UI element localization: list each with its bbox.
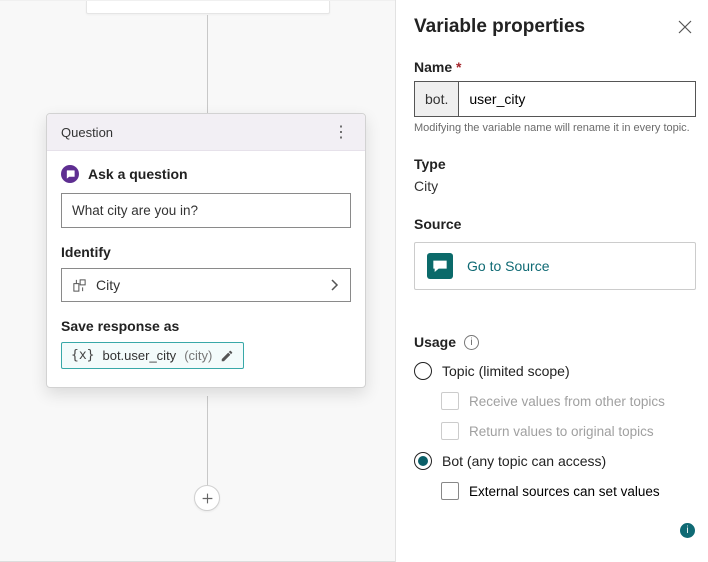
- type-label: Type: [414, 156, 696, 172]
- return-values-checkbox: Return values to original topics: [441, 422, 696, 440]
- card-title: Question: [61, 125, 113, 140]
- chat-bubble-icon: [61, 165, 79, 183]
- card-body: Ask a question Identify City Save respon…: [47, 151, 365, 387]
- pencil-icon: [220, 349, 234, 363]
- usage-option-topic[interactable]: Topic (limited scope): [414, 362, 696, 380]
- info-solid-icon[interactable]: i: [680, 523, 695, 538]
- entity-icon: [72, 278, 87, 293]
- usage-label: Usage: [414, 334, 456, 350]
- receive-values-label: Receive values from other topics: [469, 394, 665, 409]
- radio-unchecked-icon: [414, 362, 432, 380]
- checkbox-icon: [441, 422, 459, 440]
- name-input-group: bot.: [414, 81, 696, 117]
- ask-question-row: Ask a question: [61, 165, 351, 183]
- authoring-canvas: Question ⋮ Ask a question Identify City …: [0, 0, 395, 562]
- external-sources-checkbox[interactable]: External sources can set values: [441, 482, 696, 500]
- name-prefix: bot.: [415, 82, 459, 116]
- return-values-label: Return values to original topics: [469, 424, 654, 439]
- name-field-label: Name *: [414, 59, 696, 75]
- question-text-input[interactable]: [61, 193, 351, 228]
- connector-line: [207, 396, 208, 496]
- identify-entity-picker[interactable]: City: [61, 268, 351, 302]
- connector-line: [207, 15, 208, 115]
- variable-icon: {x}: [71, 348, 94, 363]
- go-to-source-label: Go to Source: [467, 258, 550, 274]
- previous-node-stub: [86, 1, 330, 14]
- save-response-label: Save response as: [61, 318, 351, 334]
- add-node-button[interactable]: [194, 485, 220, 511]
- external-sources-label: External sources can set values: [469, 484, 660, 499]
- question-node-card[interactable]: Question ⋮ Ask a question Identify City …: [46, 113, 366, 388]
- plus-icon: [201, 492, 214, 505]
- checkbox-icon: [441, 392, 459, 410]
- identify-label: Identify: [61, 244, 351, 260]
- radio-checked-icon: [414, 452, 432, 470]
- name-helper-text: Modifying the variable name will rename …: [414, 122, 696, 134]
- variable-properties-panel: Variable properties Name * bot. Modifyin…: [395, 0, 708, 562]
- source-label: Source: [414, 216, 696, 232]
- go-to-source-button[interactable]: Go to Source: [414, 242, 696, 290]
- variable-type: (city): [184, 348, 212, 363]
- close-panel-button[interactable]: [674, 18, 696, 41]
- topic-icon: [427, 253, 453, 279]
- usage-option-bot[interactable]: Bot (any topic can access): [414, 452, 696, 470]
- ask-question-label: Ask a question: [88, 166, 188, 182]
- identify-value: City: [96, 277, 120, 293]
- variable-name-input[interactable]: [459, 82, 695, 116]
- variable-name: bot.user_city: [102, 348, 176, 363]
- close-icon: [678, 20, 692, 34]
- chevron-right-icon: [330, 278, 340, 292]
- receive-values-checkbox: Receive values from other topics: [441, 392, 696, 410]
- type-value: City: [414, 178, 696, 194]
- card-menu-button[interactable]: ⋮: [327, 120, 355, 144]
- checkbox-icon: [441, 482, 459, 500]
- variable-chip[interactable]: {x} bot.user_city (city): [61, 342, 244, 369]
- usage-option-topic-label: Topic (limited scope): [442, 363, 570, 379]
- info-icon[interactable]: i: [464, 335, 479, 350]
- panel-title: Variable properties: [414, 16, 585, 38]
- card-header: Question ⋮: [47, 114, 365, 151]
- usage-option-bot-label: Bot (any topic can access): [442, 453, 606, 469]
